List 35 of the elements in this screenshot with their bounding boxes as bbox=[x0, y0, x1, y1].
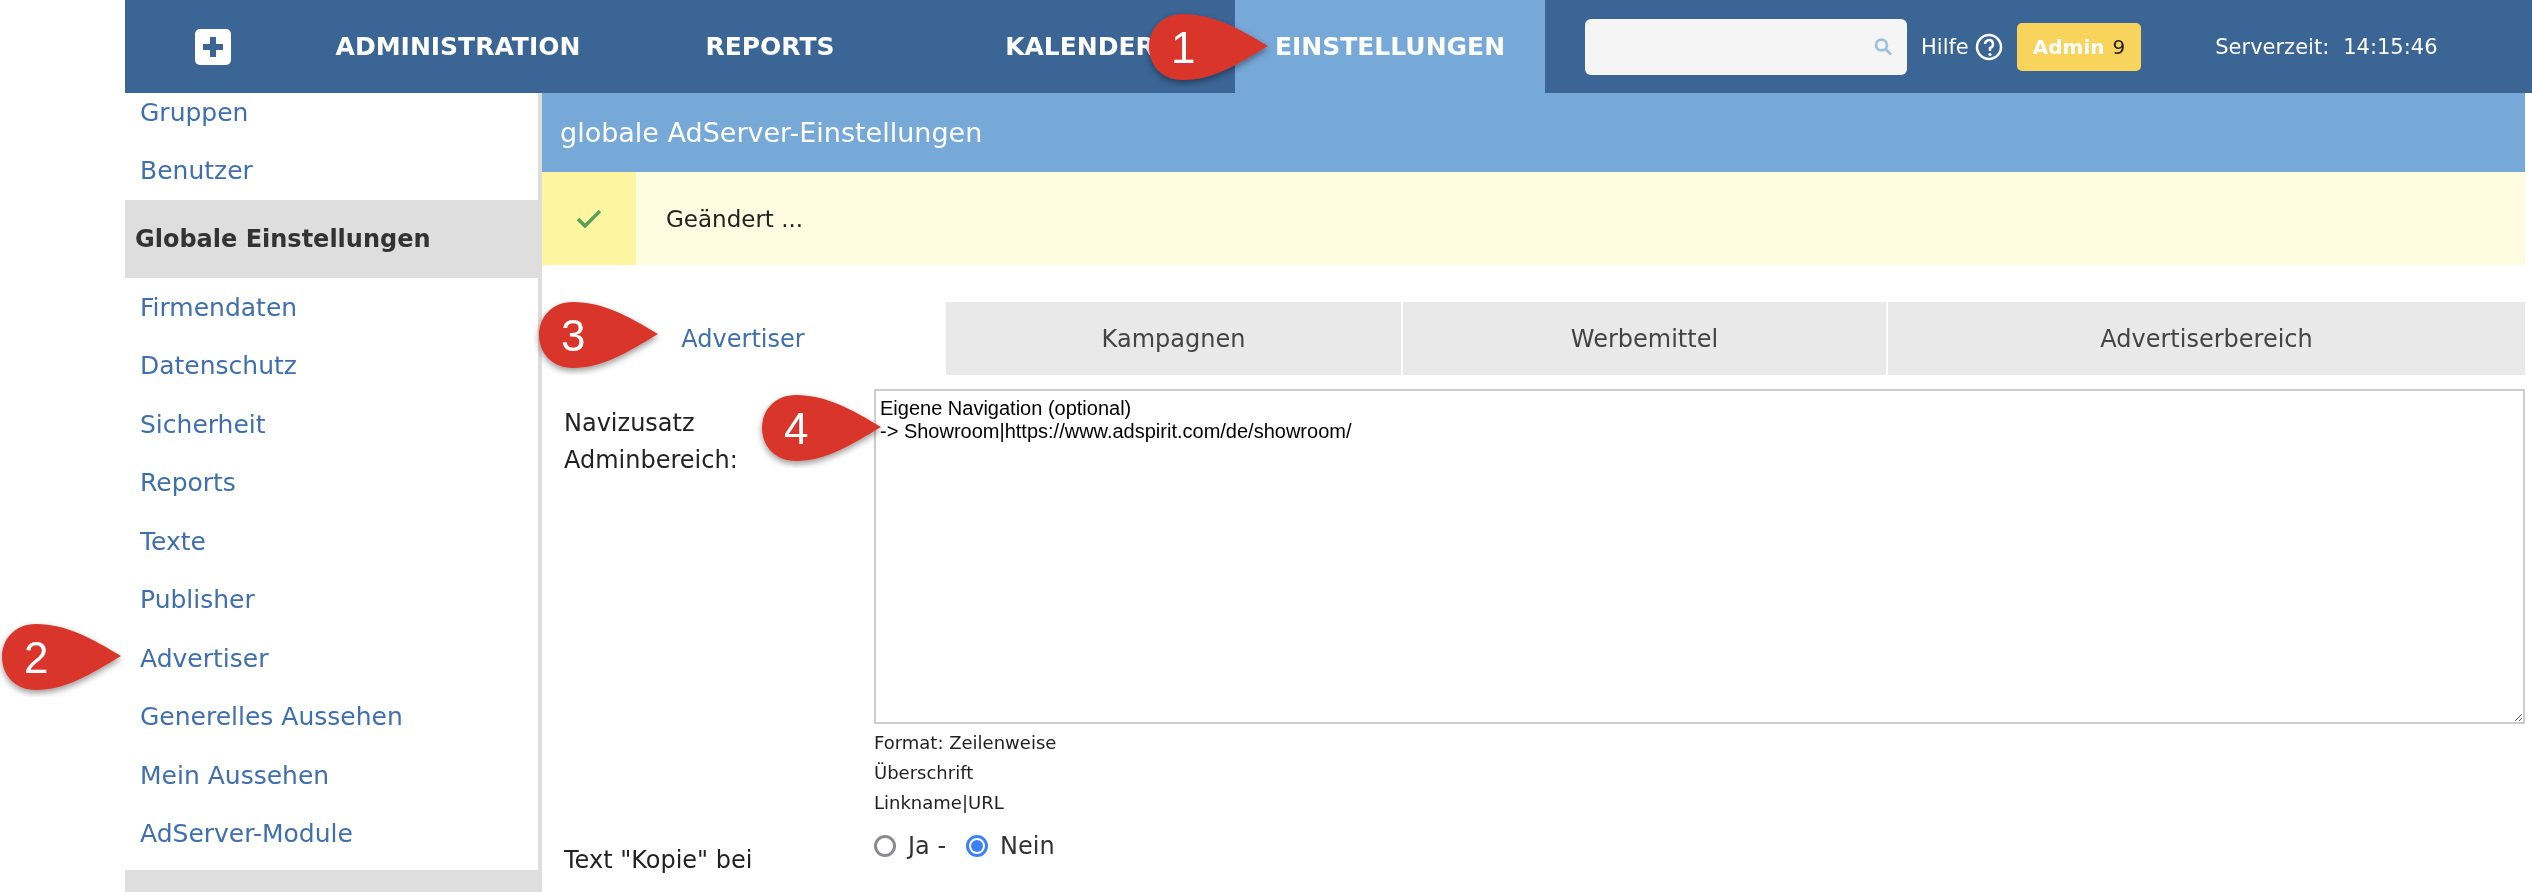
format-hint: Format: Zeilenweise Überschrift Linkname|URL bbox=[874, 731, 1058, 815]
sidebar-item[interactable]: Benutzer bbox=[125, 141, 538, 200]
sidebar-item[interactable]: Firmendaten bbox=[125, 278, 538, 337]
field-label: Navizusatz Adminbereich: bbox=[564, 408, 738, 476]
server-time: 14:15:46 bbox=[2343, 34, 2438, 59]
sidebar-item[interactable]: Mein Aussehen bbox=[125, 746, 538, 805]
radio-button[interactable] bbox=[966, 835, 989, 857]
notice-text: Geändert ... bbox=[665, 205, 804, 232]
help-icon[interactable] bbox=[1974, 32, 2003, 61]
sidebar-item[interactable]: Generelles Aussehen bbox=[125, 687, 538, 746]
sidebar-item[interactable]: Advertiser bbox=[125, 629, 538, 688]
user-name: Admin bbox=[2032, 34, 2105, 59]
notification-count: 9 bbox=[2112, 34, 2126, 59]
radio-option[interactable]: Nein bbox=[966, 832, 1055, 860]
tab[interactable]: Advertiserbereich bbox=[1886, 302, 2525, 375]
check-icon bbox=[576, 208, 602, 229]
sidebar-item[interactable]: Datenschutz bbox=[125, 336, 538, 395]
radio-button[interactable] bbox=[874, 835, 896, 857]
sidebar-item[interactable]: Reports bbox=[125, 453, 538, 512]
field-label: Text "Kopie" bei bbox=[563, 845, 754, 876]
server-time-label: Serverzeit: bbox=[2215, 34, 2330, 59]
tab[interactable]: Werbemittel bbox=[1401, 302, 1886, 375]
sidebar-item[interactable]: Texte bbox=[125, 512, 538, 571]
sidebar-section[interactable]: Globale Einstellungen bbox=[125, 200, 538, 278]
tab[interactable]: Kampagnen bbox=[944, 302, 1401, 375]
search-field[interactable] bbox=[1585, 18, 1907, 75]
add-icon[interactable] bbox=[195, 28, 231, 65]
sidebar-item[interactable]: Sicherheit bbox=[125, 395, 538, 454]
sidebar-item[interactable]: Publisher bbox=[125, 570, 538, 629]
page-title: globale AdServer-Einstellungen bbox=[542, 93, 2525, 172]
sidebar-item[interactable]: AdServer-Module bbox=[125, 804, 538, 863]
help-link[interactable]: Hilfe bbox=[1921, 34, 1969, 59]
nav-tab[interactable]: REPORTS bbox=[615, 0, 925, 93]
user-badge[interactable]: Admin 9 bbox=[2016, 22, 2142, 71]
radio-option[interactable]: Ja - bbox=[874, 832, 947, 860]
